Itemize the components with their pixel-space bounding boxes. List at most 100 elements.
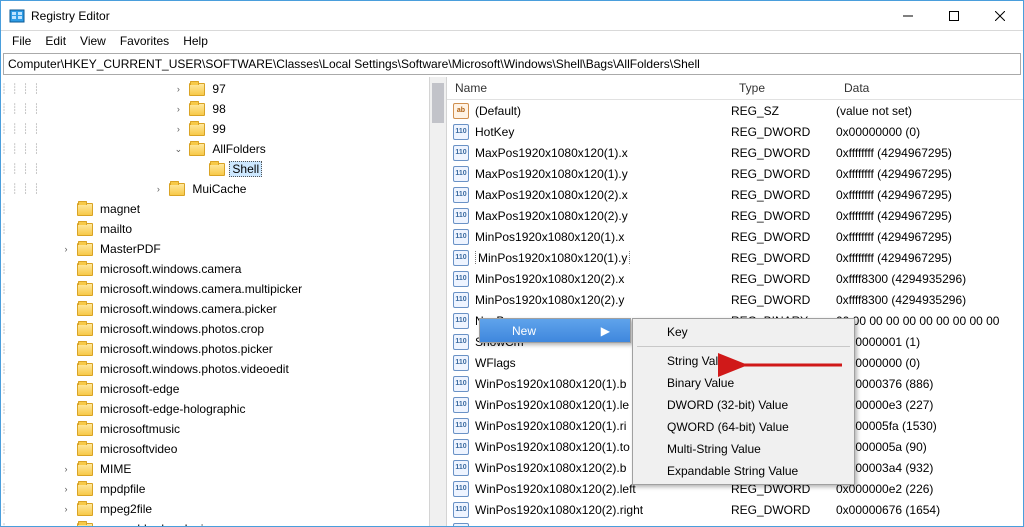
address-bar[interactable]: Computer\HKEY_CURRENT_USER\SOFTWARE\Clas… <box>3 53 1021 75</box>
tree-item[interactable]: ┊ ›mpeg2file <box>1 499 429 519</box>
value-data: 0x000000e3 (227) <box>836 398 1023 412</box>
value-row[interactable]: 110MinPos1920x1080x120(1).xREG_DWORD0xff… <box>447 226 1023 247</box>
value-row[interactable]: 110MaxPos1920x1080x120(2).yREG_DWORD0xff… <box>447 205 1023 226</box>
value-row[interactable]: 110HotKeyREG_DWORD0x00000000 (0) <box>447 121 1023 142</box>
value-data: 0x0000007e (126) <box>836 524 1023 527</box>
tree-item[interactable]: ┊ microsoft.windows.photos.picker <box>1 339 429 359</box>
chevron-right-icon[interactable]: › <box>171 102 185 116</box>
tree-item[interactable]: ┊ ┊ ┊ ┊ Shell <box>1 159 429 179</box>
spacer <box>59 522 73 526</box>
tree-item[interactable]: ┊ ┊ ┊ ┊ ›99 <box>1 119 429 139</box>
tree-item[interactable]: ┊ microsoft.windows.camera <box>1 259 429 279</box>
maximize-button[interactable] <box>931 1 977 30</box>
tree-item[interactable]: ┊ microsoft-edge-holographic <box>1 399 429 419</box>
menu-help[interactable]: Help <box>176 33 215 49</box>
tree-item[interactable]: ┊ ms-aad-brokerplugin <box>1 519 429 526</box>
tree-item[interactable]: ┊ microsoft.windows.camera.picker <box>1 299 429 319</box>
value-type: REG_DWORD <box>731 230 836 244</box>
scroll-thumb[interactable] <box>432 83 444 123</box>
tree-item-label: 99 <box>209 121 228 137</box>
tree-item[interactable]: ┊ mailto <box>1 219 429 239</box>
value-row[interactable]: 110MinPos1920x1080x120(2).xREG_DWORD0xff… <box>447 268 1023 289</box>
folder-icon <box>77 463 93 476</box>
value-data: 0x00000676 (1654) <box>836 503 1023 517</box>
tree-item[interactable]: ┊ ┊ ┊ ┊ ›97 <box>1 79 429 99</box>
tree-item[interactable]: ┊ ›MasterPDF <box>1 239 429 259</box>
tree-item-label: magnet <box>97 201 143 217</box>
tree-scrollbar[interactable] <box>429 77 446 526</box>
tree-item[interactable]: ┊ microsoft.windows.photos.videoedit <box>1 359 429 379</box>
tree-item[interactable]: ┊ ┊ ┊ ┊ ⌄AllFolders <box>1 139 429 159</box>
menu-file[interactable]: File <box>5 33 38 49</box>
folder-icon <box>77 203 93 216</box>
value-row[interactable]: 110MaxPos1920x1080x120(2).xREG_DWORD0xff… <box>447 184 1023 205</box>
tree-item[interactable]: ┊ microsoft.windows.camera.multipicker <box>1 279 429 299</box>
value-row[interactable]: ab(Default)REG_SZ(value not set) <box>447 100 1023 121</box>
chevron-right-icon[interactable]: › <box>59 242 73 256</box>
tree-pane: ┊ ┊ ┊ ┊ ›97┊ ┊ ┊ ┊ ›98┊ ┊ ┊ ┊ ›99┊ ┊ ┊ ┊… <box>1 77 447 526</box>
value-row[interactable]: 110MinPos1920x1080x120(2).yREG_DWORD0xff… <box>447 289 1023 310</box>
close-button[interactable] <box>977 1 1023 30</box>
menu-edit[interactable]: Edit <box>38 33 73 49</box>
menu-item[interactable]: Key <box>635 321 852 343</box>
folder-icon <box>77 483 93 496</box>
submenu-arrow-icon: ▶ <box>601 324 610 338</box>
value-type: REG_DWORD <box>731 209 836 223</box>
tree-item-label: Shell <box>229 161 262 177</box>
menu-item-new[interactable]: New ▶ <box>480 319 630 342</box>
value-row[interactable]: 110MaxPos1920x1080x120(1).xREG_DWORD0xff… <box>447 142 1023 163</box>
menu-item[interactable]: Multi-String Value <box>635 438 852 460</box>
menu-separator <box>637 346 850 347</box>
col-data[interactable]: Data <box>836 81 1023 95</box>
menu-item[interactable]: String Value <box>635 350 852 372</box>
value-data: 0x000000e2 (226) <box>836 482 1023 496</box>
chevron-right-icon[interactable]: › <box>171 82 185 96</box>
chevron-right-icon[interactable]: › <box>59 502 73 516</box>
value-data: 0xffff8300 (4294935296) <box>836 293 1023 307</box>
col-name[interactable]: Name <box>447 81 731 95</box>
tree-item-label: microsoft.windows.camera.multipicker <box>97 281 305 297</box>
chevron-right-icon[interactable]: › <box>59 482 73 496</box>
value-row[interactable]: 110WinPos1920x1080x120(2).topREG_DWORD0x… <box>447 520 1023 526</box>
folder-icon <box>77 223 93 236</box>
folder-icon <box>169 183 185 196</box>
tree-view[interactable]: ┊ ┊ ┊ ┊ ›97┊ ┊ ┊ ┊ ›98┊ ┊ ┊ ┊ ›99┊ ┊ ┊ ┊… <box>1 77 429 526</box>
col-type[interactable]: Type <box>731 81 836 95</box>
value-name: MinPos1920x1080x120(1).y <box>475 251 731 265</box>
menu-favorites[interactable]: Favorites <box>113 33 176 49</box>
value-name: MaxPos1920x1080x120(1).x <box>475 146 731 160</box>
tree-item[interactable]: ┊ magnet <box>1 199 429 219</box>
menu-item[interactable]: Binary Value <box>635 372 852 394</box>
menu-item[interactable]: Expandable String Value <box>635 460 852 482</box>
menu-view[interactable]: View <box>73 33 113 49</box>
tree-item[interactable]: ┊ microsoftmusic <box>1 419 429 439</box>
chevron-right-icon[interactable]: › <box>59 462 73 476</box>
tree-item[interactable]: ┊ ┊ ┊ ┊ ›98 <box>1 99 429 119</box>
value-row[interactable]: 110MinPos1920x1080x120(1).yREG_DWORD0xff… <box>447 247 1023 268</box>
folder-icon <box>77 443 93 456</box>
titlebar[interactable]: Registry Editor <box>1 1 1023 31</box>
tree-item[interactable]: ┊ ┊ ┊ ┊ ›MuiCache <box>1 179 429 199</box>
value-name: MaxPos1920x1080x120(1).y <box>475 167 731 181</box>
folder-icon <box>189 83 205 96</box>
menu-item[interactable]: DWORD (32-bit) Value <box>635 394 852 416</box>
value-type: REG_DWORD <box>731 125 836 139</box>
tree-item[interactable]: ┊ microsoft.windows.photos.crop <box>1 319 429 339</box>
value-data: 0x0000005a (90) <box>836 440 1023 454</box>
value-row[interactable]: 110MaxPos1920x1080x120(1).yREG_DWORD0xff… <box>447 163 1023 184</box>
value-type: REG_DWORD <box>731 188 836 202</box>
menu-item[interactable]: QWORD (64-bit) Value <box>635 416 852 438</box>
dword-value-icon: 110 <box>453 481 469 497</box>
chevron-right-icon[interactable]: › <box>151 182 165 196</box>
column-headers[interactable]: Name Type Data <box>447 77 1023 100</box>
tree-item[interactable]: ┊ ›MIME <box>1 459 429 479</box>
chevron-right-icon[interactable]: › <box>171 122 185 136</box>
value-row[interactable]: 110WinPos1920x1080x120(2).rightREG_DWORD… <box>447 499 1023 520</box>
tree-item[interactable]: ┊ ›mpdpfile <box>1 479 429 499</box>
tree-item[interactable]: ┊ microsoft-edge <box>1 379 429 399</box>
tree-item[interactable]: ┊ microsoftvideo <box>1 439 429 459</box>
minimize-button[interactable] <box>885 1 931 30</box>
folder-icon <box>189 143 205 156</box>
chevron-down-icon[interactable]: ⌄ <box>171 142 185 156</box>
dword-value-icon: 110 <box>453 229 469 245</box>
